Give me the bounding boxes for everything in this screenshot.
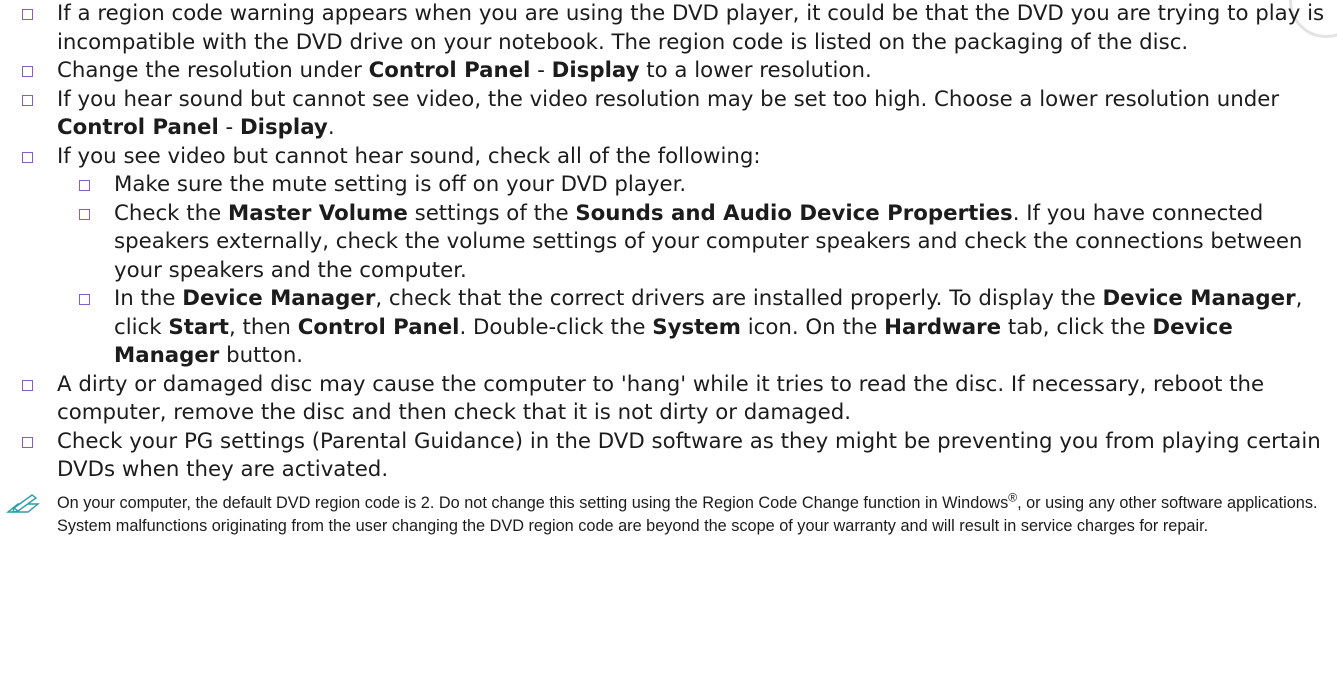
text-run: settings of the xyxy=(407,200,576,226)
bold-text-run: Sounds and Audio Device Properties xyxy=(575,200,1013,226)
checkbox-bullet-icon xyxy=(22,66,33,77)
text-run: button. xyxy=(219,343,304,368)
text-run: , check that the correct drivers are ins… xyxy=(375,286,1103,311)
sub-list-item-text: Check the Master Volume settings of the … xyxy=(114,201,1302,283)
text-run: Change the resolution under xyxy=(57,58,369,83)
sub-list-item: Make sure the mute setting is off on you… xyxy=(57,171,1337,200)
bold-text-run: Start xyxy=(168,314,229,340)
sub-list-item-text: Make sure the mute setting is off on you… xyxy=(114,172,687,197)
list-item-text: If you hear sound but cannot see video, … xyxy=(57,87,1279,141)
list-item: If you hear sound but cannot see video, … xyxy=(0,86,1337,143)
checkbox-bullet-icon xyxy=(22,151,33,163)
bold-text-run: System xyxy=(652,314,741,340)
list-item: A dirty or damaged disc may cause the co… xyxy=(0,371,1337,428)
text-run: . xyxy=(327,115,335,140)
checkbox-bullet-icon xyxy=(79,208,90,220)
text-run: Check the xyxy=(114,200,229,226)
checkbox-bullet-icon xyxy=(22,9,33,20)
bold-text-run: Device Manager xyxy=(182,286,376,311)
bold-text-run: Display xyxy=(551,58,640,83)
registered-mark: ® xyxy=(1008,490,1018,505)
bold-text-run: Device Manager xyxy=(1102,286,1296,311)
list-item-text: Check your PG settings (Parental Guidanc… xyxy=(57,428,1321,483)
list-item-text: A dirty or damaged disc may cause the co… xyxy=(57,371,1265,426)
text-run: - xyxy=(218,115,240,140)
checkbox-bullet-icon xyxy=(79,180,90,191)
sub-list: Make sure the mute setting is off on you… xyxy=(57,171,1337,371)
text-run: tab, click the xyxy=(1001,314,1153,340)
list-item-text: If a region code warning appears when yo… xyxy=(57,1,1325,55)
list-item-text: Change the resolution under Control Pane… xyxy=(57,58,872,83)
text-run: If you hear sound but cannot see video, … xyxy=(57,86,1280,112)
pencil-note-icon xyxy=(6,493,40,513)
list-item: If you see video but cannot hear sound, … xyxy=(0,143,1337,371)
list-item: Change the resolution under Control Pane… xyxy=(0,57,1337,86)
bold-text-run: Master Volume xyxy=(228,200,408,226)
checkbox-bullet-icon xyxy=(22,94,33,106)
bold-text-run: Control Panel xyxy=(368,58,531,83)
list-item: If a region code warning appears when yo… xyxy=(0,0,1337,57)
troubleshooting-content: If a region code warning appears when yo… xyxy=(0,0,1337,539)
text-run: , then xyxy=(228,314,298,340)
checkbox-bullet-icon xyxy=(22,379,33,391)
text-run: to a lower resolution. xyxy=(639,58,872,83)
text-run: icon. On the xyxy=(740,314,885,340)
bold-text-run: Control Panel xyxy=(297,314,460,340)
sub-list-item-text: In the Device Manager, check that the co… xyxy=(114,286,1302,368)
text-run: On your computer, the default DVD region… xyxy=(57,493,1009,512)
text-run: - xyxy=(530,58,552,83)
bold-text-run: Display xyxy=(240,115,328,140)
list-item-text: If you see video but cannot hear sound, … xyxy=(57,143,761,169)
list-item: Check your PG settings (Parental Guidanc… xyxy=(0,428,1337,485)
checkbox-bullet-icon xyxy=(22,436,33,448)
note-text: On your computer, the default DVD region… xyxy=(57,491,1318,535)
checkbox-bullet-icon xyxy=(79,294,90,305)
bold-text-run: Hardware xyxy=(884,314,1002,340)
sub-list-item: In the Device Manager, check that the co… xyxy=(57,285,1337,371)
text-run: In the xyxy=(114,286,183,311)
sub-list-item: Check the Master Volume settings of the … xyxy=(57,200,1337,286)
text-run: . Double-click the xyxy=(459,314,653,340)
note-block: On your computer, the default DVD region… xyxy=(0,491,1337,539)
bold-text-run: Control Panel xyxy=(57,115,219,140)
troubleshooting-list: If a region code warning appears when yo… xyxy=(0,0,1337,485)
